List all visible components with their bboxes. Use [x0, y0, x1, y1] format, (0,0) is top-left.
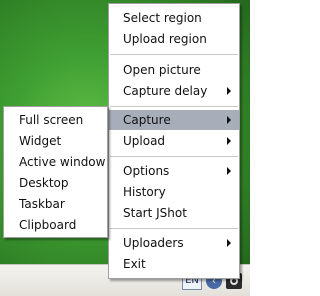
menu-item-label: History	[123, 185, 166, 199]
submenu-item-taskbar[interactable]: Taskbar	[4, 194, 107, 214]
menu-item-label: Open picture	[123, 63, 201, 77]
submenu-item-widget[interactable]: Widget	[4, 131, 107, 151]
menu-item-options[interactable]: Options	[109, 161, 239, 181]
submenu-arrow-icon	[227, 87, 231, 95]
menu-item-label: Start JShot	[123, 206, 187, 220]
menu-separator	[110, 54, 238, 55]
menu-item-select-region[interactable]: Select region	[109, 8, 239, 28]
menu-item-label: Capture delay	[123, 84, 208, 98]
menu-separator	[110, 106, 238, 107]
submenu-item-full-screen[interactable]: Full screen	[4, 110, 107, 130]
menu-item-label: Uploaders	[123, 236, 184, 250]
menu-item-upload-region[interactable]: Upload region	[109, 29, 239, 49]
submenu-arrow-icon	[227, 137, 231, 145]
submenu-item-label: Full screen	[19, 113, 84, 127]
menu-separator	[110, 228, 238, 229]
menu-item-open-picture[interactable]: Open picture	[109, 60, 239, 80]
submenu-item-clipboard[interactable]: Clipboard	[4, 215, 107, 235]
menu-item-history[interactable]: History	[109, 182, 239, 202]
menu-item-exit[interactable]: Exit	[109, 254, 239, 274]
menu-item-capture[interactable]: Capture	[109, 110, 239, 130]
submenu-arrow-icon	[227, 167, 231, 175]
submenu-item-label: Desktop	[19, 176, 69, 190]
menu-item-label: Upload region	[123, 32, 207, 46]
submenu-item-active-window[interactable]: Active window	[4, 152, 107, 172]
capture-submenu: Full screen Widget Active window Desktop…	[3, 106, 108, 238]
submenu-item-desktop[interactable]: Desktop	[4, 173, 107, 193]
tray-context-menu: Select region Upload region Open picture…	[108, 3, 240, 279]
menu-item-label: Exit	[123, 257, 146, 271]
submenu-item-label: Active window	[19, 155, 106, 169]
submenu-arrow-icon	[227, 239, 231, 247]
menu-item-label: Upload	[123, 134, 166, 148]
submenu-arrow-icon	[227, 116, 231, 124]
menu-item-start-jshot[interactable]: Start JShot	[109, 203, 239, 223]
menu-item-uploaders[interactable]: Uploaders	[109, 233, 239, 253]
menu-item-label: Options	[123, 164, 170, 178]
menu-item-label: Select region	[123, 11, 202, 25]
submenu-item-label: Widget	[19, 134, 62, 148]
menu-separator	[110, 156, 238, 157]
menu-item-label: Capture	[123, 113, 171, 127]
menu-item-capture-delay[interactable]: Capture delay	[109, 81, 239, 101]
menu-item-upload[interactable]: Upload	[109, 131, 239, 151]
submenu-item-label: Taskbar	[19, 197, 65, 211]
submenu-item-label: Clipboard	[19, 218, 77, 232]
